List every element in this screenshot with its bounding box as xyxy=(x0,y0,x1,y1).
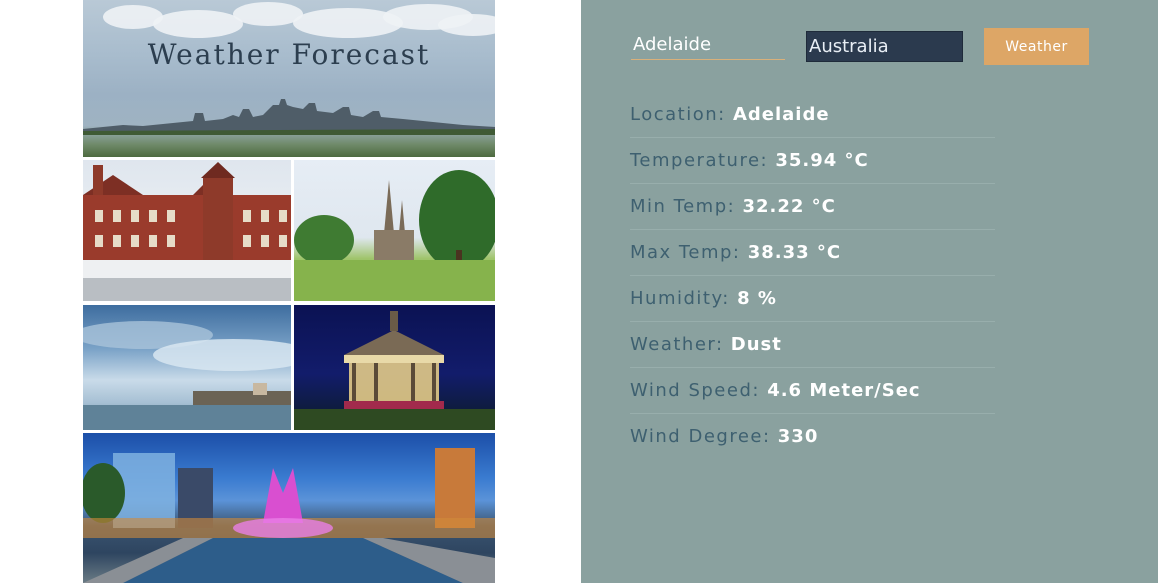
weather-label: Weather: xyxy=(630,334,724,355)
skyline-photo: Weather Forecast xyxy=(83,0,495,157)
city-input[interactable] xyxy=(631,30,785,60)
wind-degree-label: Wind Degree: xyxy=(630,426,771,447)
info-row-wind-degree: Wind Degree: 330 xyxy=(630,414,995,460)
page-title: Weather Forecast xyxy=(147,38,431,71)
humidity-value: 8 % xyxy=(737,288,777,309)
humidity-label: Humidity: xyxy=(630,288,730,309)
skyline-silhouette xyxy=(83,99,495,135)
info-row-temperature: Temperature: 35.94 °C xyxy=(630,138,995,184)
harbor-photo xyxy=(83,305,291,430)
info-row-wind-speed: Wind Speed: 4.6 Meter/Sec xyxy=(630,368,995,414)
location-label: Location: xyxy=(630,104,726,125)
max-temp-label: Max Temp: xyxy=(630,242,741,263)
weather-panel: Weather Location: Adelaide Temperature: … xyxy=(581,0,1158,583)
rotunda-night-photo xyxy=(294,305,495,430)
temperature-label: Temperature: xyxy=(630,150,769,171)
wind-speed-label: Wind Speed: xyxy=(630,380,760,401)
wind-degree-value: 330 xyxy=(777,426,819,447)
min-temp-value: 32.22 °C xyxy=(742,196,836,217)
wind-speed-value: 4.6 Meter/Sec xyxy=(767,380,921,401)
temperature-value: 35.94 °C xyxy=(775,150,869,171)
city-photo-collage: Weather Forecast xyxy=(83,0,495,583)
info-row-humidity: Humidity: 8 % xyxy=(630,276,995,322)
fountain-night-photo xyxy=(83,433,495,583)
country-input[interactable] xyxy=(806,31,963,62)
weather-info-list: Location: Adelaide Temperature: 35.94 °C… xyxy=(630,92,995,460)
info-row-location: Location: Adelaide xyxy=(630,92,995,138)
weather-value: Dust xyxy=(730,334,782,355)
university-photo xyxy=(83,160,291,301)
info-row-min-temp: Min Temp: 32.22 °C xyxy=(630,184,995,230)
min-temp-label: Min Temp: xyxy=(630,196,736,217)
weather-button[interactable]: Weather xyxy=(984,28,1089,65)
info-row-max-temp: Max Temp: 38.33 °C xyxy=(630,230,995,276)
info-row-weather: Weather: Dust xyxy=(630,322,995,368)
max-temp-value: 38.33 °C xyxy=(747,242,842,263)
cathedral-park-photo xyxy=(294,160,495,301)
location-value: Adelaide xyxy=(732,104,830,125)
